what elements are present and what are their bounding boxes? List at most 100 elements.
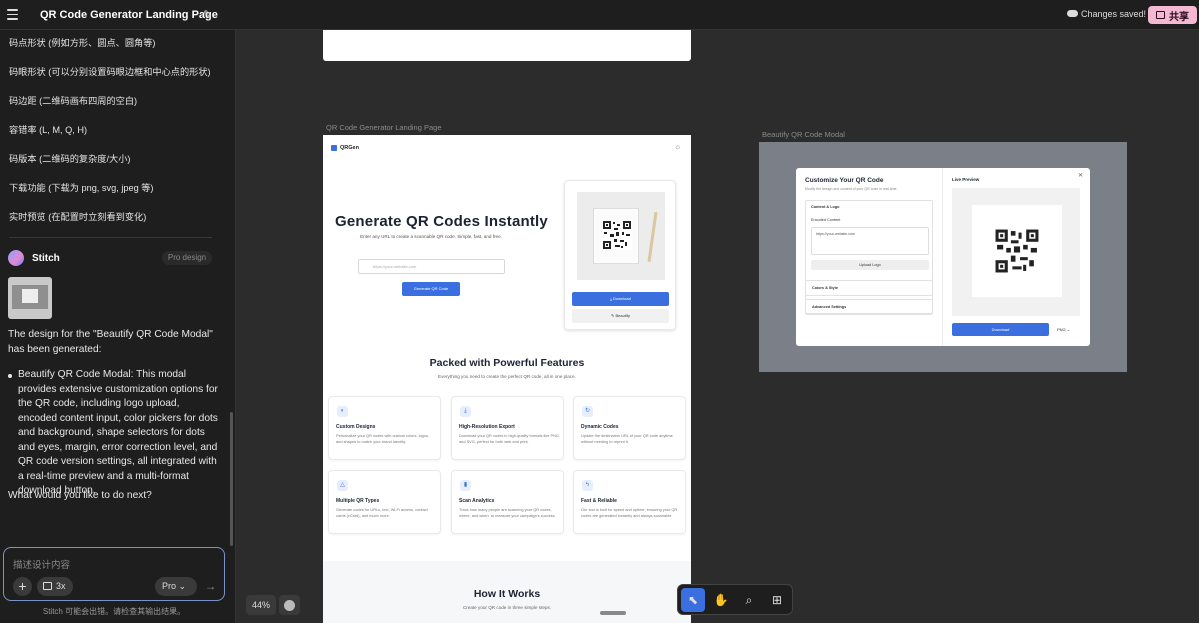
live-preview-panel: [952, 188, 1080, 316]
colors-section-toggle[interactable]: Colors & Style: [805, 280, 933, 296]
screens-icon: [43, 582, 52, 590]
project-title: QR Code Generator Landing Page: [40, 9, 218, 21]
share-button[interactable]: 共享: [1148, 6, 1197, 24]
feature-desc: Track how many people are scanning your …: [459, 507, 556, 518]
spec-item: 码版本 (二维码的复杂度/大小): [9, 154, 131, 164]
modal-frame[interactable]: Customize Your QR Code Modify the design…: [759, 142, 1127, 372]
agent-avatar: [8, 250, 24, 266]
canvas-drag-handle[interactable]: [600, 611, 626, 615]
encoded-content-input[interactable]: https://your-website.com: [811, 227, 929, 255]
disclaimer: Stitch 可能会出错。请检查其输出结果。: [42, 607, 186, 616]
chat-divider: [9, 237, 212, 238]
format-value: PNG: [1057, 327, 1066, 332]
frame-label[interactable]: Beautify QR Code Modal: [762, 130, 845, 139]
analytics-icon: ▮: [460, 480, 471, 491]
agent-badge: Pro design: [162, 251, 212, 265]
frame-label[interactable]: QR Code Generator Landing Page: [326, 123, 442, 132]
message-intro: The design for the "Beautify QR Code Mod…: [8, 329, 213, 355]
modal-dialog: Customize Your QR Code Modify the design…: [796, 168, 1090, 346]
beautify-label: Beautify: [615, 313, 630, 318]
agent-name: Stitch: [32, 253, 60, 264]
landing-frame[interactable]: QRGen ☼ Generate QR Codes Instantly Ente…: [323, 135, 691, 623]
variants-button[interactable]: 3x: [37, 577, 73, 596]
model-label: Pro: [162, 581, 177, 591]
send-button[interactable]: →: [201, 577, 220, 596]
hero-subtitle: Enter any URL to create a scannable QR c…: [360, 234, 502, 239]
search-icon[interactable]: ⌕: [737, 588, 761, 612]
canvas-toolbar: ⬉ ✋ ⌕ ⊞: [677, 584, 793, 615]
live-preview-title: Live Preview: [952, 177, 980, 182]
cloud-icon: [1067, 10, 1078, 17]
qr-code-icon: [995, 229, 1039, 273]
feature-title: Custom Designs: [336, 424, 376, 430]
model-select[interactable]: Pro ⌄: [155, 577, 197, 596]
spec-item: 实时预览 (在配置时立刻看到变化): [9, 212, 147, 222]
format-select[interactable]: PNG ⌄: [1054, 323, 1079, 336]
feature-desc: Update the destination URL of your QR co…: [581, 433, 673, 444]
hand-tool-icon[interactable]: ✋: [709, 588, 733, 612]
sidebar-scrollbar[interactable]: [230, 412, 233, 546]
edit-icon[interactable]: ✎: [203, 8, 212, 21]
beautify-button[interactable]: ✎ Beautify: [572, 309, 669, 323]
how-subtitle: Create your QR code in three simple step…: [462, 605, 552, 610]
how-title: How It Works: [473, 588, 541, 600]
feature-desc: Generate codes for URLs, text, Wi-Fi acc…: [336, 507, 428, 518]
hero-title: Generate QR Codes Instantly: [335, 213, 548, 230]
message-bullet: Beautify QR Code Modal: This modal provi…: [8, 368, 220, 499]
advanced-section-toggle[interactable]: Advanced Settings: [805, 299, 933, 315]
spec-item: 容错率 (L, M, Q, H): [9, 125, 88, 135]
qr-note: [593, 208, 639, 264]
feature-card: △ Multiple QR Types Generate codes for URL…: [328, 470, 441, 534]
feature-card: ▮ Scan Analytics Track how many people are…: [451, 470, 564, 534]
feature-title: Scan Analytics: [459, 498, 495, 504]
close-icon[interactable]: ✕: [1078, 172, 1083, 179]
features-title: Packed with Powerful Features: [429, 357, 585, 369]
add-attachment-button[interactable]: +: [13, 577, 32, 596]
bolt-icon: ϟ: [582, 480, 593, 491]
generate-button[interactable]: Generate QR Code: [402, 282, 460, 296]
encoded-label: Encoded Content: [811, 218, 841, 222]
download-button[interactable]: ⤓ Download: [572, 292, 669, 306]
spec-item: 码眼形状 (可以分别设置码眼边框和中心点的形状): [9, 67, 211, 77]
feature-desc: Download your QR codes in high-quality f…: [459, 433, 559, 444]
spec-item: 码点形状 (例如方形、圆点、圆角等): [9, 38, 156, 48]
shapes-icon: △: [337, 480, 348, 491]
download-label: Download: [613, 296, 631, 301]
feature-desc: Our tool is built for speed and uptime, …: [581, 507, 678, 518]
feature-title: Multiple QR Types: [336, 498, 380, 504]
pointer-tool-icon[interactable]: ⬉: [681, 588, 705, 612]
section-content-label[interactable]: Content & Logo: [811, 205, 839, 209]
zoom-level[interactable]: 44%: [246, 595, 276, 615]
minimap-toggle[interactable]: [279, 595, 300, 615]
share-icon: [1156, 11, 1165, 19]
palette-icon: ◐: [337, 406, 348, 417]
qr-code-icon: [602, 220, 632, 250]
design-thumbnail[interactable]: [8, 277, 52, 319]
message-question: What would you like to do next?: [8, 490, 152, 501]
spec-item: 下载功能 (下载为 png, svg, jpeg 等): [9, 183, 154, 193]
brand-name: QRGen: [340, 145, 359, 151]
qr-preview-card: ⤓ Download ✎ Beautify: [564, 180, 676, 330]
prompt-input[interactable]: 描述设计内容: [13, 557, 70, 571]
pencil-image: [647, 212, 658, 262]
upload-logo-button[interactable]: Upload Logo: [811, 260, 929, 270]
qr-preview-image: [577, 192, 665, 280]
previous-frame[interactable]: [323, 30, 691, 61]
share-label: 共享: [1169, 11, 1189, 23]
url-input[interactable]: https://your-website.com: [358, 259, 505, 274]
modal-download-button[interactable]: Download: [952, 323, 1049, 336]
menu-icon[interactable]: [7, 9, 18, 20]
how-it-works-section: How It Works Create your QR code in thre…: [323, 561, 691, 623]
add-screen-icon[interactable]: ⊞: [765, 588, 789, 612]
feature-desc: Personalize your QR codes with custom co…: [336, 433, 429, 444]
modal-divider: [942, 168, 943, 346]
feature-card: ϟ Fast & Reliable Our tool is built for sp…: [573, 470, 686, 534]
theme-toggle-icon[interactable]: ☼: [674, 142, 681, 151]
feature-title: High-Resolution Export: [459, 424, 515, 430]
prompt-input-box[interactable]: 描述设计内容 + 3x Pro ⌄ →: [3, 547, 225, 601]
feature-card: ↻ Dynamic Codes Update the destination URL…: [573, 396, 686, 460]
feature-title: Fast & Reliable: [581, 498, 617, 504]
variants-count: 3x: [56, 581, 66, 591]
qr-logo-icon: [331, 145, 337, 151]
chevron-down-icon: ⌄: [1066, 327, 1071, 332]
